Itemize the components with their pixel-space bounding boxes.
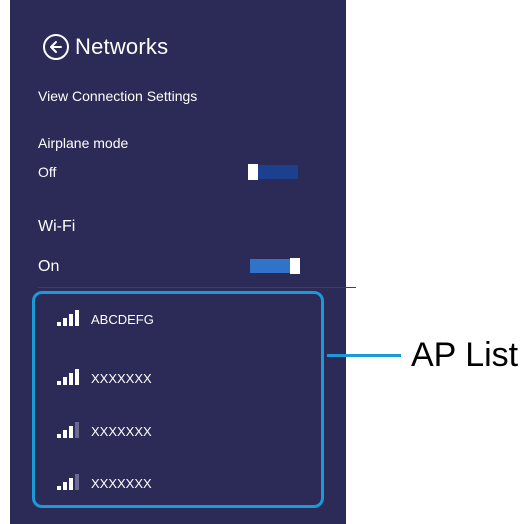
wifi-toggle[interactable] — [250, 258, 300, 274]
view-connection-settings-link[interactable]: View Connection Settings — [38, 88, 197, 104]
airplane-mode-toggle-knob — [248, 164, 258, 180]
header: Networks — [43, 34, 168, 60]
ap-list: ABCDEFG XXXXXXX XXXXXXX XXXXXXX — [32, 291, 324, 508]
airplane-mode-toggle[interactable] — [248, 164, 298, 180]
ap-name: XXXXXXX — [91, 476, 152, 491]
wifi-signal-icon — [57, 474, 79, 490]
ap-list-item[interactable]: XXXXXXX — [57, 422, 152, 438]
ap-name: XXXXXXX — [91, 371, 152, 386]
wifi-signal-icon — [57, 310, 79, 326]
ap-list-item[interactable]: ABCDEFG — [57, 310, 154, 326]
divider — [38, 287, 356, 288]
back-arrow-circle-icon[interactable] — [43, 34, 69, 60]
callout-label: AP List — [411, 336, 519, 374]
ap-list-item[interactable]: XXXXXXX — [57, 474, 152, 490]
airplane-mode-state: Off — [38, 164, 57, 180]
wifi-state: On — [38, 258, 60, 275]
ap-name: ABCDEFG — [91, 312, 154, 327]
ap-name: XXXXXXX — [91, 424, 152, 439]
ap-list-item[interactable]: XXXXXXX — [57, 369, 152, 385]
wifi-toggle-knob — [290, 258, 300, 274]
wifi-label: Wi-Fi — [38, 218, 76, 235]
wifi-signal-icon — [57, 422, 79, 438]
airplane-mode-label: Airplane mode — [38, 135, 129, 151]
back-arrow-glyph — [50, 41, 62, 53]
callout-line — [327, 354, 401, 357]
page-title: Networks — [75, 34, 169, 59]
wifi-signal-icon — [57, 369, 79, 385]
